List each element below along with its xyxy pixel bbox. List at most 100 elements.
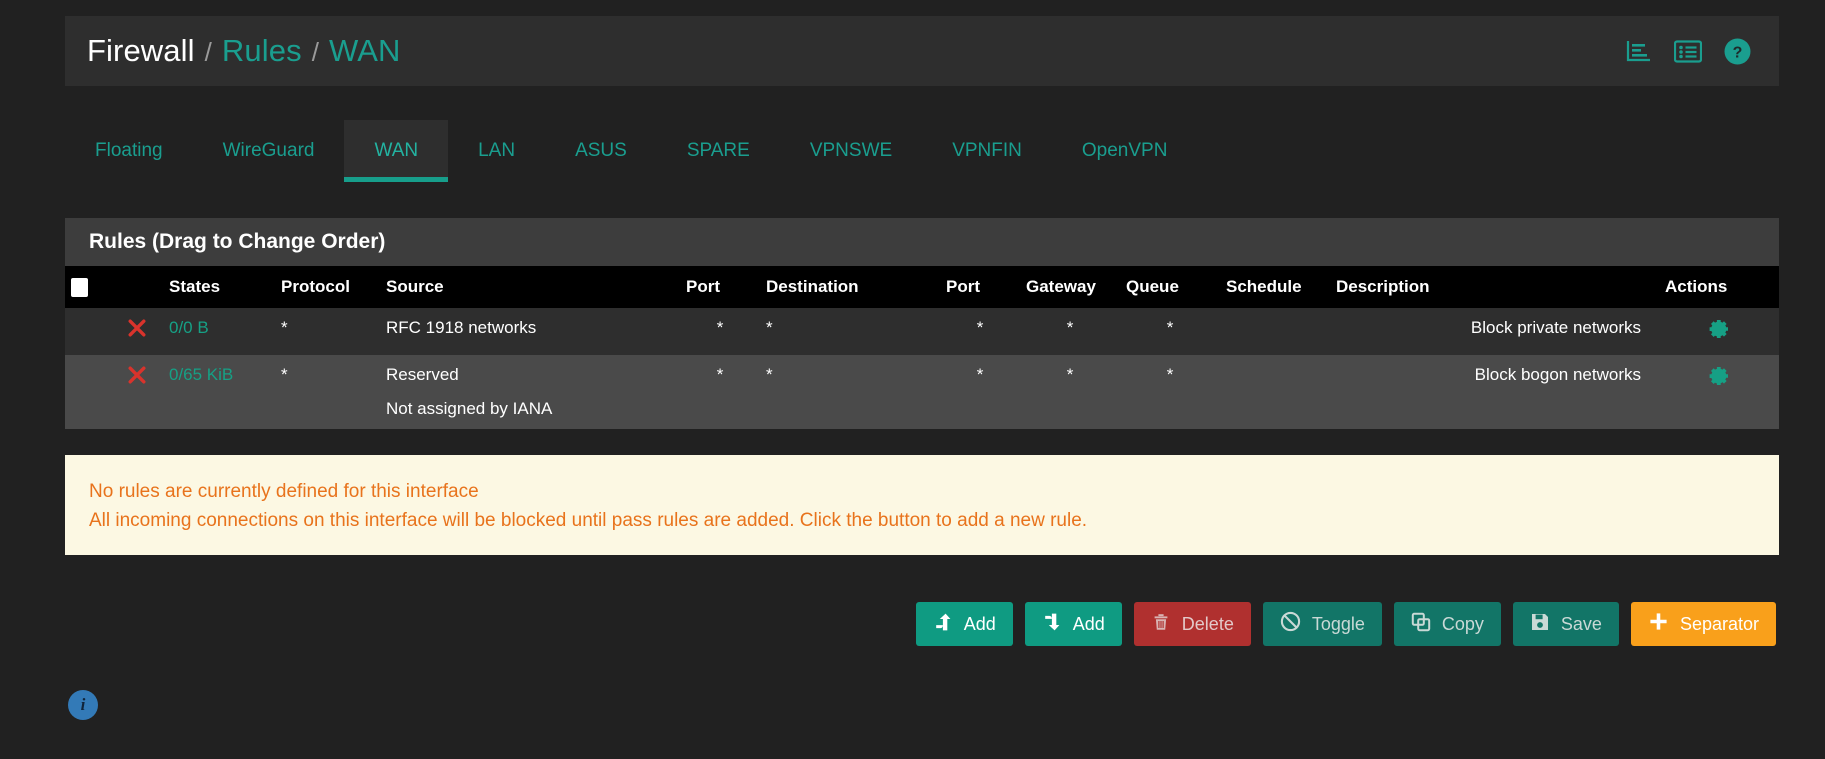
breadcrumb-current-interface[interactable]: WAN (329, 33, 400, 69)
tab-label: ASUS (575, 140, 627, 161)
breadcrumb-separator-1: / (204, 37, 212, 67)
header-schedule: Schedule (1226, 277, 1302, 296)
header-source: Source (386, 277, 444, 296)
row-action-cell (111, 308, 163, 355)
header-port-source: Port (686, 277, 720, 296)
help-icon[interactable]: ? (1724, 38, 1751, 65)
header-states: States (169, 277, 221, 296)
row-actions-cell (1659, 355, 1779, 429)
save-button[interactable]: Save (1512, 602, 1619, 646)
button-label: Separator (1679, 614, 1759, 634)
panel-title: Rules (Drag to Change Order) (65, 218, 1779, 266)
row-description: Block bogon networks (1474, 365, 1641, 385)
separator-button[interactable]: Separator (1630, 602, 1776, 646)
table-row[interactable]: 0/0 B * RFC 1918 networks * * * * * Bloc… (65, 308, 1779, 356)
action-header (111, 266, 163, 308)
row-destination: * (766, 365, 773, 385)
tab-label: OpenVPN (1081, 140, 1168, 161)
row-destination: * (766, 318, 773, 338)
statistics-icon[interactable] (1626, 39, 1652, 63)
rules-table: States Protocol Source Port Destination … (65, 266, 1779, 430)
header-protocol: Protocol (281, 277, 350, 296)
no-rules-warning: No rules are currently defined for this … (65, 455, 1779, 555)
button-label: Delete (1181, 614, 1234, 634)
add-rule-top-button[interactable]: Add (915, 602, 1013, 646)
tab-label: WAN (374, 140, 419, 161)
button-label: Save (1560, 614, 1602, 634)
row-source: Reserved (386, 365, 459, 385)
info-icon-label: i (80, 695, 86, 714)
table-header-row: States Protocol Source Port Destination … (65, 266, 1779, 309)
row-queue: * (1166, 365, 1174, 385)
button-label: Add (1072, 614, 1105, 634)
block-x-icon[interactable] (127, 319, 147, 342)
header-queue: Queue (1126, 277, 1179, 296)
tab-label: VPNSWE (809, 140, 893, 161)
breadcrumb-separator-2: / (311, 37, 320, 67)
button-label: Toggle (1311, 614, 1365, 634)
row-states[interactable]: 0/65 KiB (169, 365, 233, 384)
row-port-dest: * (976, 318, 984, 338)
svg-text:?: ? (1733, 44, 1743, 61)
interface-tabs: Floating WireGuard WAN LAN ASUS SPARE VP… (65, 120, 1779, 182)
rules-table-header: States Protocol Source Port Destination … (65, 266, 1779, 309)
row-gateway: * (1066, 318, 1074, 338)
add-rule-bottom-button[interactable]: Add (1024, 602, 1122, 646)
tab-openvpn[interactable]: OpenVPN (1052, 120, 1198, 182)
row-schedule (1220, 308, 1330, 355)
trash-icon (1151, 612, 1171, 637)
rules-table-body: 0/0 B * RFC 1918 networks * * * * * Bloc… (65, 308, 1779, 430)
tab-label: Floating (95, 140, 163, 161)
row-protocol: * (281, 365, 288, 385)
tab-lan[interactable]: LAN (448, 120, 545, 182)
toggle-button[interactable]: Toggle (1262, 602, 1382, 646)
row-states[interactable]: 0/0 B (169, 318, 209, 337)
select-all-header (65, 266, 111, 308)
table-row[interactable]: 0/65 KiB * Reserved Not assigned by IANA… (65, 355, 1779, 430)
copy-button[interactable]: Copy (1393, 602, 1501, 646)
tab-floating[interactable]: Floating (65, 120, 193, 182)
tab-label: VPNFIN (952, 140, 1022, 161)
row-port-source: * (716, 365, 724, 385)
header-gateway: Gateway (1026, 277, 1096, 296)
block-x-icon[interactable] (127, 366, 147, 389)
tab-spare[interactable]: SPARE (657, 120, 780, 182)
gear-icon[interactable] (1708, 367, 1730, 391)
button-label: Copy (1441, 614, 1484, 634)
page-header: Firewall / Rules / WAN ? (65, 16, 1779, 86)
tab-wan[interactable]: WAN (344, 120, 449, 182)
row-schedule (1220, 355, 1330, 429)
row-port-dest: * (976, 365, 984, 385)
row-select-cell (65, 308, 111, 355)
tab-vpnswe[interactable]: VPNSWE (780, 120, 922, 182)
rules-action-buttons: Add Add Delete Toggle Copy Save Separato… (915, 602, 1776, 646)
clone-icon (1411, 612, 1431, 637)
row-description: Block private networks (1470, 318, 1641, 338)
info-icon[interactable]: i (68, 690, 98, 720)
select-all-checkbox[interactable] (71, 278, 88, 298)
tab-asus[interactable]: ASUS (545, 120, 657, 182)
row-port-source: * (716, 318, 724, 338)
save-icon (1530, 612, 1550, 637)
row-action-cell (111, 355, 163, 429)
row-protocol: * (281, 318, 288, 338)
header-destination: Destination (766, 277, 859, 296)
breadcrumb-rules-link[interactable]: Rules (222, 33, 302, 69)
button-label: Add (963, 614, 996, 634)
firewall-rules-page: Firewall / Rules / WAN ? Floating WireGu… (0, 0, 1825, 759)
header-actions: Actions (1665, 277, 1728, 296)
row-source-line2: Not assigned by IANA (386, 399, 553, 419)
breadcrumb: Firewall / Rules / WAN (87, 33, 401, 69)
warning-line-1: No rules are currently defined for this … (89, 481, 479, 502)
tab-vpnfin[interactable]: VPNFIN (922, 120, 1052, 182)
rule-list-icon[interactable] (1673, 39, 1703, 63)
plus-icon (1648, 611, 1669, 637)
arrow-down-icon (1042, 612, 1062, 637)
arrow-up-icon (933, 612, 953, 637)
row-gateway: * (1066, 365, 1074, 385)
header-port-dest: Port (946, 277, 980, 296)
tab-wireguard[interactable]: WireGuard (193, 120, 345, 182)
delete-button[interactable]: Delete (1133, 602, 1251, 646)
tab-label: WireGuard (222, 140, 315, 161)
gear-icon[interactable] (1708, 320, 1730, 344)
